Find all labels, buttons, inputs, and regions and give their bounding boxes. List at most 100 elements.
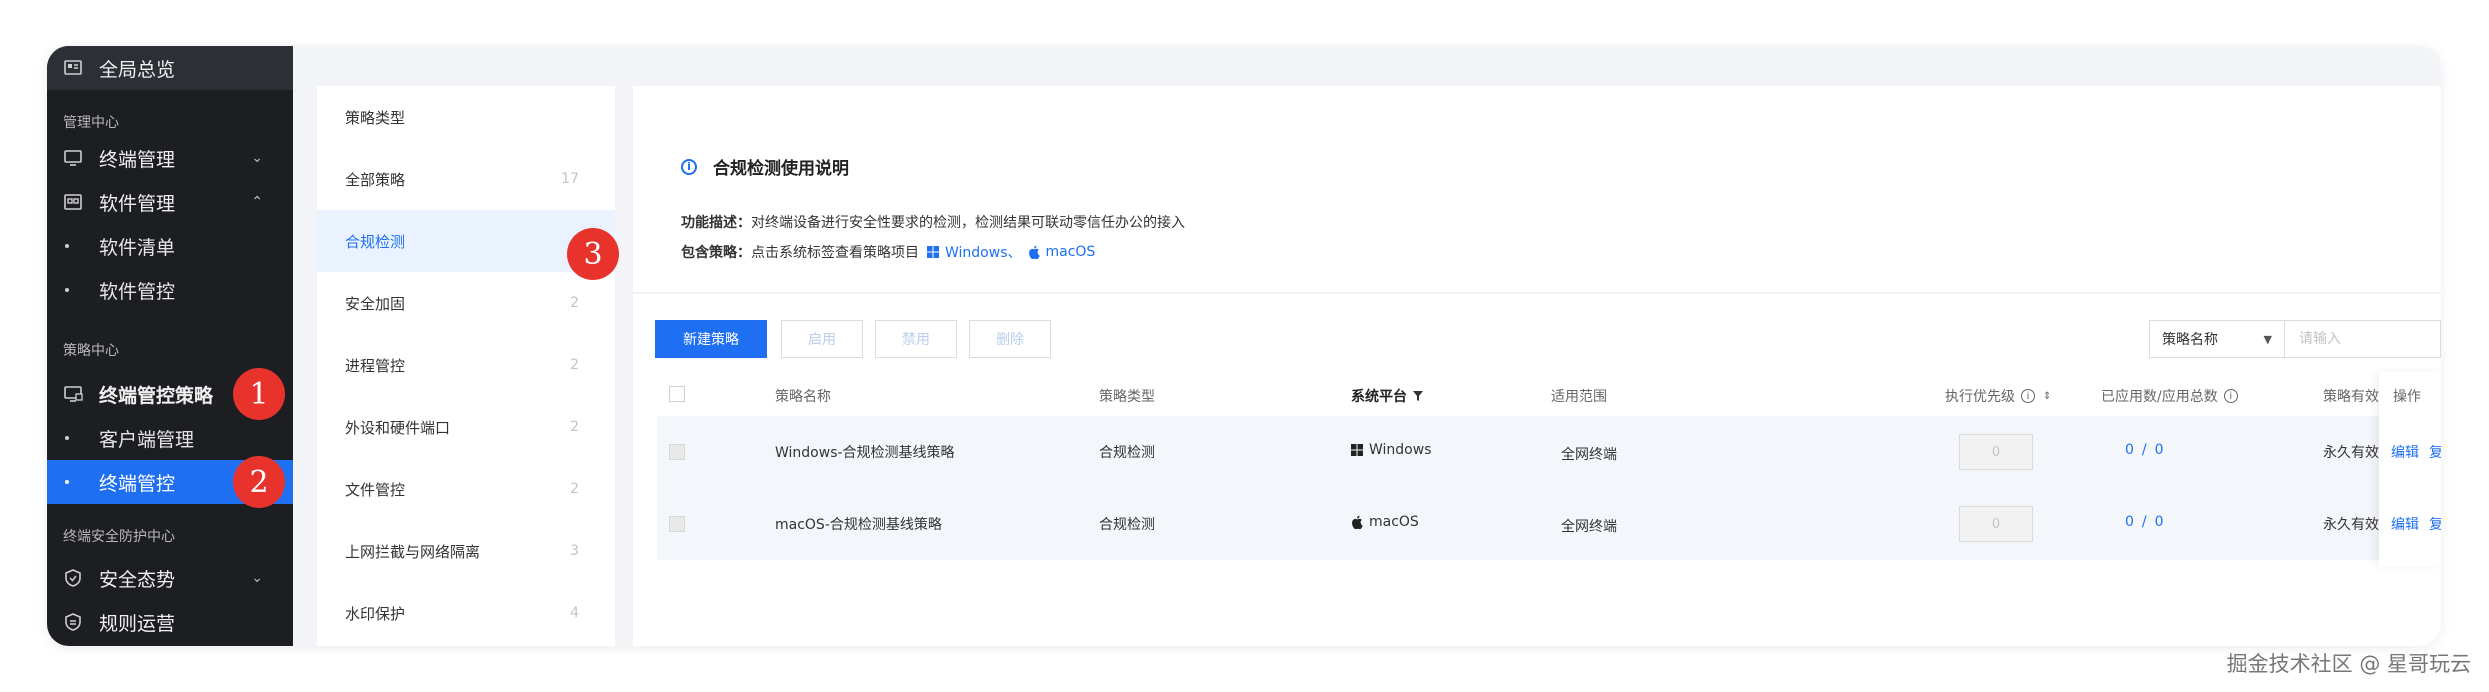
applied-value: 0: [2125, 514, 2134, 530]
disable-button[interactable]: 禁用: [875, 320, 957, 358]
macos-link[interactable]: macOS: [1028, 244, 1096, 260]
apple-icon: [1028, 245, 1040, 259]
operations-column: 操作 编辑 复制 编辑 复制: [2379, 372, 2441, 566]
total-value: 0: [2154, 514, 2164, 530]
sidebar-item-label: 安全态势: [99, 568, 176, 591]
edit-link[interactable]: 编辑: [2391, 514, 2419, 534]
col-header-priority[interactable]: 执行优先级 i ⇕: [1945, 386, 2051, 406]
monitor-policy-icon: [63, 384, 83, 404]
delete-button[interactable]: 删除: [969, 320, 1051, 358]
platform-label: Windows: [1369, 442, 1432, 458]
col-header-name: 策略名称: [775, 389, 831, 405]
category-item-watermark[interactable]: 水印保护 4: [317, 582, 615, 644]
edit-link[interactable]: 编辑: [2391, 442, 2419, 462]
policy-category-panel: 策略类型 全部策略 17 合规检测 安全加固 2 进程管控 2 外设和硬件端口 …: [317, 86, 615, 646]
priority-input[interactable]: 0: [1959, 434, 2033, 470]
search-field-select[interactable]: 策略名称 ▼: [2149, 320, 2285, 358]
col-header-priority-label: 执行优先级: [1945, 389, 2015, 405]
sidebar-subitem-label: 软件清单: [99, 236, 176, 259]
policy-name[interactable]: Windows-合规检测基线策略: [775, 442, 955, 462]
desc-text: 对终端设备进行安全性要求的检测，检测结果可联动零信任办公的接入: [751, 215, 1185, 231]
sidebar-subitem-client-mgmt[interactable]: 客户端管理: [47, 416, 293, 460]
applied-value: 0: [2125, 442, 2134, 458]
info-circle-icon[interactable]: i: [2223, 389, 2238, 403]
sidebar-subitem-label: 客户端管理: [99, 428, 195, 451]
col-header-platform[interactable]: 系统平台: [1351, 386, 1423, 406]
info-title: i 合规检测使用说明: [681, 154, 849, 179]
info-circle-icon[interactable]: i: [2021, 389, 2035, 403]
col-header-type: 策略类型: [1099, 389, 1155, 405]
category-item-network[interactable]: 上网拦截与网络隔离 3: [317, 520, 615, 582]
copy-link[interactable]: 复制: [2429, 442, 2441, 462]
category-header: 策略类型: [317, 86, 615, 148]
policy-scope: 全网终端: [1561, 519, 1617, 535]
category-label: 进程管控: [345, 356, 406, 375]
category-item-process[interactable]: 进程管控 2: [317, 334, 615, 396]
col-header-platform-label: 系统平台: [1351, 389, 1407, 405]
sidebar-item-software-mgmt[interactable]: 软件管理 ⌃: [47, 180, 293, 224]
category-label: 外设和硬件端口: [345, 418, 451, 437]
sidebar-subitem-software-list[interactable]: 软件清单: [47, 224, 293, 268]
sidebar-item-rule-ops[interactable]: 规则运营: [47, 600, 293, 644]
priority-input[interactable]: 0: [1959, 506, 2033, 542]
sidebar-subitem-label: 软件管控: [99, 280, 176, 303]
chevron-down-icon: ⌄: [251, 150, 263, 166]
annotation-badge-3: 3: [567, 228, 619, 280]
category-label: 合规检测: [345, 232, 406, 251]
sidebar: 全局总览 管理中心 终端管理 ⌄ 软件管理 ⌃ 软件清单 软件管控 策略中心 终…: [47, 46, 293, 646]
section-label-policy: 策略中心: [63, 343, 119, 359]
caret-down-icon: ▼: [2263, 332, 2272, 346]
category-item-peripheral[interactable]: 外设和硬件端口 2: [317, 396, 615, 458]
category-count: 17: [561, 171, 579, 187]
search-input[interactable]: [2285, 321, 2441, 357]
category-header-label: 策略类型: [345, 108, 406, 127]
bullet-icon: [65, 436, 69, 440]
total-value: 0: [2154, 442, 2164, 458]
category-item-all[interactable]: 全部策略 17: [317, 148, 615, 210]
category-count: 3: [570, 543, 579, 559]
policy-type: 合规检测: [1099, 445, 1155, 461]
policy-scope: 全网终端: [1561, 447, 1617, 463]
policy-name[interactable]: macOS-合规检测基线策略: [775, 514, 942, 534]
row-checkbox[interactable]: [669, 516, 685, 532]
applied-count[interactable]: 0 / 0: [2125, 442, 2164, 458]
sidebar-item-overview[interactable]: 全局总览: [47, 46, 293, 90]
enable-button[interactable]: 启用: [781, 320, 863, 358]
category-label: 安全加固: [345, 294, 406, 313]
row-actions: 编辑 复制: [2391, 514, 2441, 534]
category-item-hardening[interactable]: 安全加固 2: [317, 272, 615, 334]
annotation-badge-2: 2: [233, 456, 285, 508]
sidebar-item-label: 终端管控策略: [99, 384, 214, 407]
category-item-file[interactable]: 文件管控 2: [317, 458, 615, 520]
policy-text: 点击系统标签查看策略项目: [751, 245, 919, 261]
filter-icon[interactable]: [1413, 391, 1423, 401]
copy-link[interactable]: 复制: [2429, 514, 2441, 534]
new-policy-button[interactable]: 新建策略: [655, 320, 767, 358]
policy-platform: macOS: [1351, 514, 1419, 530]
macos-link-label: macOS: [1045, 244, 1096, 260]
category-count: 2: [570, 481, 579, 497]
category-count: 2: [570, 419, 579, 435]
search-input-wrapper: [2285, 320, 2441, 358]
software-icon: [63, 192, 83, 212]
windows-link[interactable]: Windows、: [927, 242, 1022, 262]
select-all-checkbox[interactable]: [669, 386, 685, 402]
policy-platform: Windows: [1351, 442, 1432, 458]
sort-icon[interactable]: ⇕: [2043, 391, 2051, 402]
validity: 永久有效: [2323, 517, 2379, 533]
search-field-value: 策略名称: [2162, 332, 2218, 348]
row-checkbox[interactable]: [669, 444, 685, 460]
col-header-scope: 适用范围: [1551, 389, 1607, 405]
category-count: 2: [570, 357, 579, 373]
bullet-icon: [65, 480, 69, 484]
windows-icon: [927, 246, 939, 258]
col-header-validity: 策略有效: [2323, 389, 2379, 405]
applied-count[interactable]: 0 / 0: [2125, 514, 2164, 530]
sidebar-item-label: 软件管理: [99, 192, 176, 215]
sidebar-item-security-posture[interactable]: 安全态势 ⌄: [47, 556, 293, 600]
sidebar-subitem-software-control[interactable]: 软件管控: [47, 268, 293, 312]
sidebar-item-terminal-mgmt[interactable]: 终端管理 ⌄: [47, 136, 293, 180]
annotation-badge-1: 1: [233, 368, 285, 420]
sidebar-item-label: 终端管理: [99, 148, 176, 171]
category-count: 4: [570, 605, 579, 621]
